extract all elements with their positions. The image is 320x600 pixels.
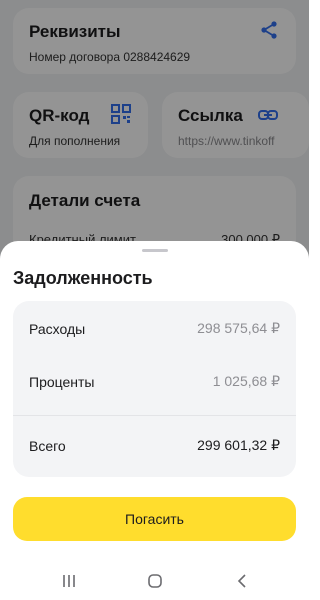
pay-off-button[interactable]: Погасить xyxy=(13,497,296,541)
debt-breakdown: Расходы 298 575,64 ₽ Проценты 1 025,68 ₽… xyxy=(13,301,296,477)
home-icon[interactable] xyxy=(146,572,164,590)
expenses-label: Расходы xyxy=(29,320,86,337)
total-value: 299 601,32 ₽ xyxy=(197,437,280,453)
interest-value: 1 025,68 ₽ xyxy=(212,373,280,389)
expenses-value: 298 575,64 ₽ xyxy=(197,320,280,336)
debt-bottom-sheet: Задолженность Расходы 298 575,64 ₽ Проце… xyxy=(0,241,309,600)
total-label: Всего xyxy=(29,437,66,454)
back-icon[interactable] xyxy=(233,572,251,590)
sheet-title: Задолженность xyxy=(13,268,153,288)
sheet-drag-handle[interactable] xyxy=(142,249,168,252)
interest-label: Проценты xyxy=(29,373,95,390)
interest-row: Проценты 1 025,68 ₽ xyxy=(29,373,280,390)
expenses-row: Расходы 298 575,64 ₽ xyxy=(29,320,280,337)
system-nav-bar xyxy=(0,562,309,600)
total-row: Всего 299 601,32 ₽ xyxy=(29,437,280,454)
recents-icon[interactable] xyxy=(60,572,78,590)
divider xyxy=(13,415,296,416)
